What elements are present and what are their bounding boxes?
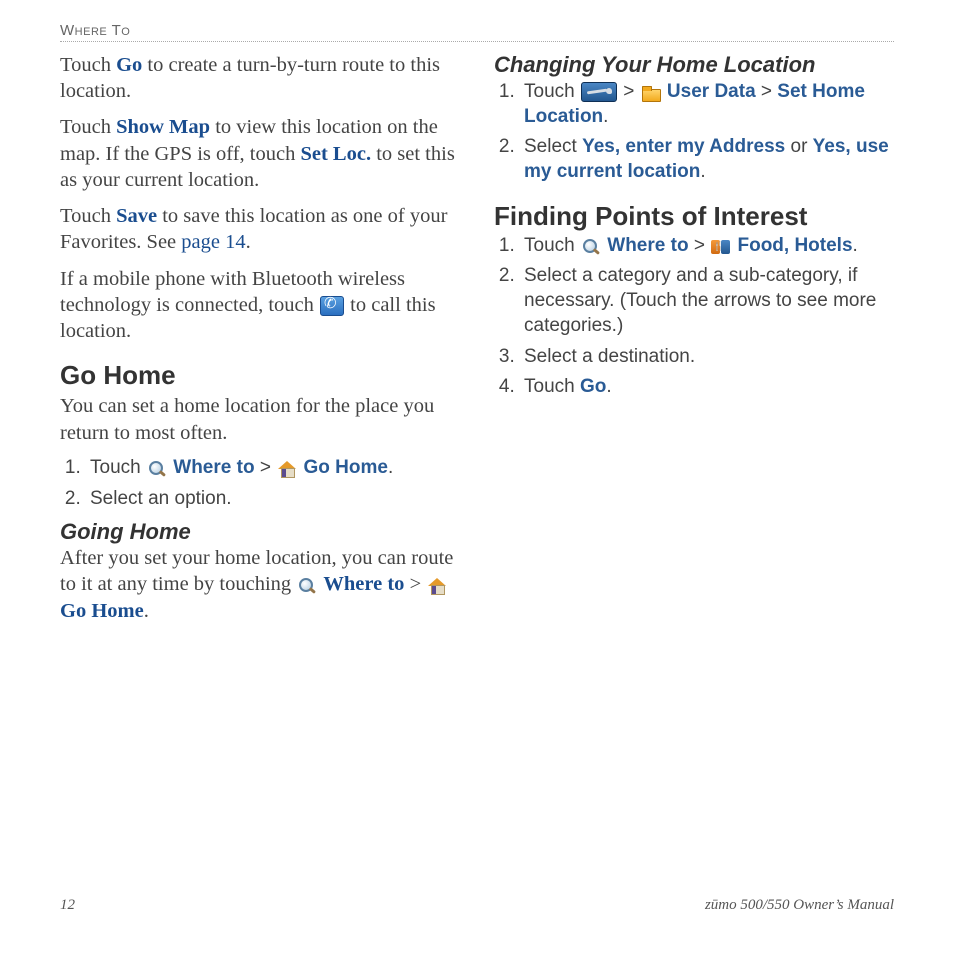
text: > bbox=[689, 235, 711, 256]
home-icon bbox=[427, 577, 447, 595]
steps-go-home: Touch Where to > Go Home. Select an opti… bbox=[60, 456, 460, 511]
heading-go-home: Go Home bbox=[60, 360, 460, 391]
text: > bbox=[255, 457, 277, 478]
ref-showmap: Show Map bbox=[116, 116, 210, 138]
manual-title: zūmo 500/550 Owner’s Manual bbox=[705, 897, 894, 914]
page-footer: 12 zūmo 500/550 Owner’s Manual bbox=[60, 889, 894, 914]
ref-go: Go bbox=[116, 54, 142, 76]
text: Select bbox=[524, 136, 582, 157]
ref-opt-address: Yes, enter my Address bbox=[582, 136, 785, 157]
paragraph-gohome-intro: You can set a home location for the plac… bbox=[60, 393, 460, 445]
list-item: Touch Where to > 🍴 Food, Hotels. bbox=[520, 234, 894, 259]
text: . bbox=[606, 376, 611, 397]
home-icon bbox=[277, 460, 297, 478]
text: > bbox=[756, 81, 778, 102]
ref-whereto: Where to bbox=[323, 573, 404, 595]
text: . bbox=[700, 161, 705, 182]
ref-save: Save bbox=[116, 205, 157, 227]
left-column: Touch Go to create a turn-by-turn route … bbox=[60, 52, 460, 889]
text: or bbox=[785, 136, 812, 157]
section-header: Where To bbox=[60, 22, 894, 42]
list-item: Select a destination. bbox=[520, 345, 894, 370]
text: . bbox=[388, 457, 393, 478]
manual-page: Where To Touch Go to create a turn-by-tu… bbox=[0, 0, 954, 954]
text: Touch bbox=[60, 205, 116, 227]
text: . bbox=[603, 106, 608, 127]
search-icon bbox=[147, 460, 167, 478]
search-icon bbox=[297, 577, 317, 595]
folder-icon bbox=[641, 84, 661, 102]
text: . bbox=[144, 600, 149, 622]
text: . bbox=[246, 231, 251, 253]
text: > bbox=[618, 81, 640, 102]
list-item: Touch > User Data > Set Home Location. bbox=[520, 80, 894, 129]
page-ref-link[interactable]: page 14 bbox=[181, 231, 245, 253]
two-column-layout: Touch Go to create a turn-by-turn route … bbox=[60, 52, 894, 889]
paragraph-bluetooth: If a mobile phone with Bluetooth wireles… bbox=[60, 266, 460, 345]
paragraph-going-home: After you set your home location, you ca… bbox=[60, 545, 460, 624]
text: Touch bbox=[60, 116, 116, 138]
steps-change-home: Touch > User Data > Set Home Location. S… bbox=[494, 80, 894, 185]
steps-poi: Touch Where to > 🍴 Food, Hotels. Select … bbox=[494, 234, 894, 400]
text: Touch bbox=[524, 235, 580, 256]
heading-change-home: Changing Your Home Location bbox=[494, 52, 894, 78]
list-item: Touch Where to > Go Home. bbox=[86, 456, 460, 481]
heading-going-home: Going Home bbox=[60, 519, 460, 545]
ref-gohome: Go Home bbox=[60, 600, 144, 622]
list-item: Select an option. bbox=[86, 487, 460, 512]
phone-icon bbox=[320, 296, 344, 316]
list-item: Touch Go. bbox=[520, 375, 894, 400]
heading-poi: Finding Points of Interest bbox=[494, 201, 894, 232]
right-column: Changing Your Home Location Touch > User… bbox=[494, 52, 894, 889]
list-item: Select Yes, enter my Address or Yes, use… bbox=[520, 135, 894, 184]
paragraph-showmap: Touch Show Map to view this location on … bbox=[60, 114, 460, 193]
paragraph-go: Touch Go to create a turn-by-turn route … bbox=[60, 52, 460, 104]
text: . bbox=[853, 235, 858, 256]
ref-whereto: Where to bbox=[173, 457, 254, 478]
text: Touch bbox=[524, 376, 580, 397]
search-icon bbox=[581, 238, 601, 256]
wrench-icon bbox=[581, 82, 617, 102]
food-hotels-icon: 🍴 bbox=[711, 238, 731, 256]
ref-userdata: User Data bbox=[667, 81, 756, 102]
ref-setloc: Set Loc. bbox=[300, 143, 371, 165]
paragraph-save: Touch Save to save this location as one … bbox=[60, 203, 460, 255]
list-item: Select a category and a sub-category, if… bbox=[520, 264, 894, 338]
text: Touch bbox=[90, 457, 146, 478]
ref-gohome: Go Home bbox=[303, 457, 387, 478]
ref-food-hotels: Food, Hotels bbox=[737, 235, 852, 256]
ref-go: Go bbox=[580, 376, 606, 397]
page-number: 12 bbox=[60, 897, 75, 914]
text: Touch bbox=[524, 81, 580, 102]
text: Touch bbox=[60, 54, 116, 76]
ref-whereto: Where to bbox=[607, 235, 688, 256]
text: > bbox=[404, 573, 426, 595]
